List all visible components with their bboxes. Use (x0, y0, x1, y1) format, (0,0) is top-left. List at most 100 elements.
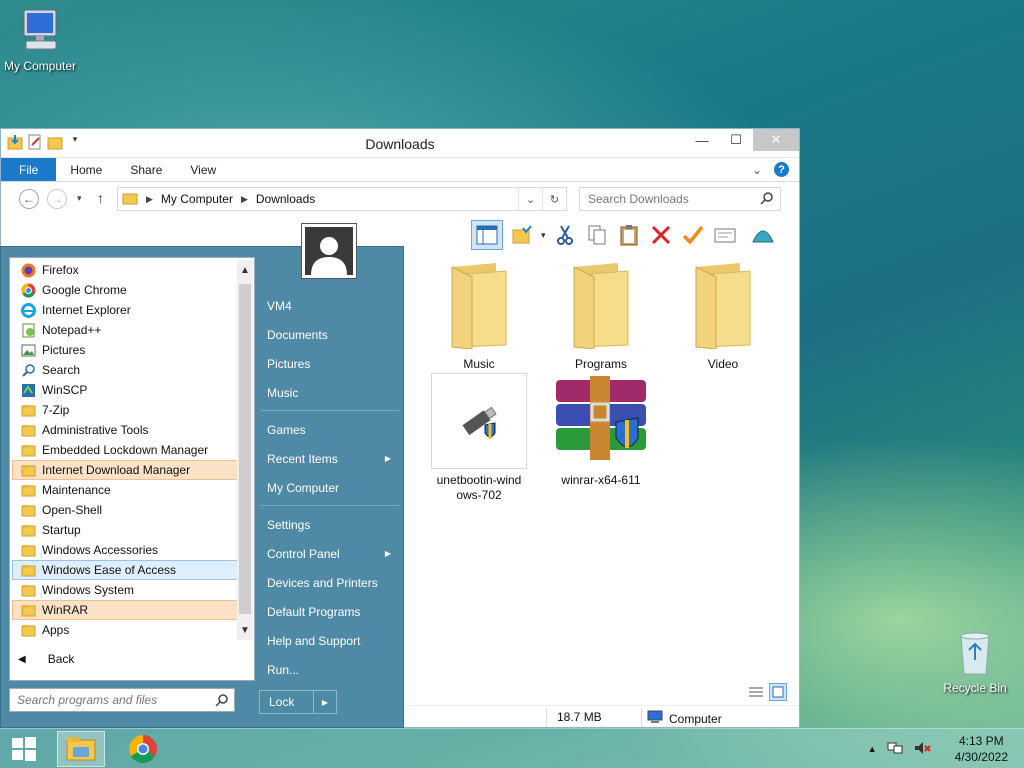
program-item-apps[interactable]: Apps (12, 620, 238, 640)
program-item-firefox[interactable]: Firefox (12, 260, 238, 280)
start-right-item-my-computer[interactable]: My Computer (259, 473, 399, 502)
file-item-winrar[interactable]: winrar-x64-611 (553, 373, 649, 488)
view-switcher (747, 683, 787, 701)
back-button[interactable]: ← (19, 189, 39, 209)
select-checkmark-icon[interactable] (680, 222, 706, 248)
taskbar-google-chrome[interactable] (119, 731, 167, 767)
minimize-button[interactable]: — (685, 129, 719, 151)
file-item-unetbootin[interactable]: unetbootin-wind ows-702 (431, 373, 527, 503)
start-right-item-devices-and-printers[interactable]: Devices and Printers (259, 568, 399, 597)
back-arrow-icon: ◀ (18, 653, 26, 665)
start-right-item-recent-items[interactable]: Recent Items ▶ (259, 444, 399, 473)
program-item-windows-accessories[interactable]: Windows Accessories (12, 540, 238, 560)
item-label: unetbootin-wind ows-702 (436, 473, 522, 502)
program-item-startup[interactable]: Startup (12, 520, 238, 540)
tab-share[interactable]: Share (116, 158, 176, 181)
properties-icon[interactable] (712, 222, 738, 248)
tab-view[interactable]: View (176, 158, 230, 181)
breadcrumb-downloads[interactable]: Downloads (256, 192, 315, 206)
start-right-item-music[interactable]: Music (259, 378, 399, 407)
breadcrumb-my-computer[interactable]: My Computer (161, 192, 233, 206)
refresh-icon[interactable]: ↻ (542, 188, 566, 210)
program-item-google-chrome[interactable]: Google Chrome (12, 280, 238, 300)
scroll-thumb[interactable] (239, 284, 251, 614)
folder-options-icon[interactable] (509, 222, 535, 248)
title-bar[interactable]: ▾ Downloads — ☐ ✕ (1, 129, 799, 158)
chrome-icon (21, 283, 36, 298)
chrome-icon (129, 735, 157, 763)
start-button[interactable] (0, 731, 48, 767)
scroll-up-icon[interactable]: ▲ (237, 262, 253, 278)
start-right-item-help-and-support[interactable]: Help and Support (259, 626, 399, 655)
folder-item-programs[interactable]: Programs (553, 257, 649, 372)
clock[interactable]: 4:13 PM 4/30/2022 (955, 733, 1008, 765)
program-item-internet-download-manager[interactable]: Internet Download Manager (12, 460, 238, 480)
shell-logo-icon[interactable] (750, 222, 776, 248)
navigation-pane-icon[interactable] (471, 220, 503, 250)
up-button[interactable]: ↑ (97, 190, 104, 206)
folder-item-video[interactable]: Video (675, 257, 771, 372)
lock-button[interactable]: Lock ▶ (259, 690, 337, 714)
back-button[interactable]: ◀ Back (18, 652, 74, 666)
program-item-maintenance[interactable]: Maintenance (12, 480, 238, 500)
details-view-icon[interactable] (747, 683, 765, 701)
recent-locations-icon[interactable]: ▾ (77, 193, 82, 204)
program-item-internet-explorer[interactable]: Internet Explorer (12, 300, 238, 320)
item-label: Programs (574, 357, 627, 371)
desktop-icon-my-computer[interactable]: My Computer (0, 8, 80, 73)
start-right-item-pictures[interactable]: Pictures (259, 349, 399, 378)
desktop-icon-label: Recycle Bin (943, 681, 1007, 695)
tab-file[interactable]: File (1, 158, 57, 181)
program-item-administrative-tools[interactable]: Administrative Tools (12, 420, 238, 440)
start-right-item-games[interactable]: Games (259, 415, 399, 444)
show-hidden-icons-icon[interactable]: ▲ (868, 744, 877, 754)
search-downloads-input[interactable]: Search Downloads (579, 187, 781, 211)
program-item-pictures[interactable]: Pictures (12, 340, 238, 360)
network-icon[interactable] (887, 740, 903, 759)
lock-label[interactable]: Lock (260, 691, 314, 713)
start-right-item-settings[interactable]: Settings (259, 510, 399, 539)
help-icon[interactable]: ? (774, 162, 789, 177)
folder-icon (21, 423, 36, 438)
clock-time: 4:13 PM (958, 734, 1004, 748)
user-avatar[interactable] (301, 223, 357, 279)
start-right-item-documents[interactable]: Documents (259, 320, 399, 349)
program-item-winscp[interactable]: WinSCP (12, 380, 238, 400)
program-item-embedded-lockdown-manager[interactable]: Embedded Lockdown Manager (12, 440, 238, 460)
close-button[interactable]: ✕ (753, 129, 799, 151)
lock-options-arrow-icon[interactable]: ▶ (314, 691, 336, 713)
cut-icon[interactable] (552, 222, 578, 248)
program-item-search[interactable]: Search (12, 360, 238, 380)
tab-home[interactable]: Home (56, 158, 116, 181)
large-icons-view-icon[interactable] (769, 683, 787, 701)
programs-scrollbar[interactable]: ▲ ▼ (237, 260, 253, 640)
maximize-button[interactable]: ☐ (719, 129, 753, 151)
folder-icon (21, 583, 36, 598)
start-right-item-label: Pictures (267, 356, 311, 371)
program-item-windows-ease-of-access[interactable]: Windows Ease of Access (12, 560, 238, 580)
folder-item-music[interactable]: Music (431, 257, 527, 372)
scroll-down-icon[interactable]: ▼ (237, 622, 253, 638)
expand-ribbon-icon[interactable]: ⌄ (752, 163, 762, 177)
volume-muted-icon[interactable] (913, 740, 931, 759)
program-item-open-shell[interactable]: Open-Shell (12, 500, 238, 520)
start-right-item-run[interactable]: Run... (259, 655, 399, 684)
start-right-item-vm4[interactable]: VM4 (259, 291, 399, 320)
start-search-input[interactable]: Search programs and files (9, 688, 235, 712)
paste-icon[interactable] (616, 222, 642, 248)
copy-icon[interactable] (584, 222, 610, 248)
program-item-windows-system[interactable]: Windows System (12, 580, 238, 600)
address-bar[interactable]: ▶ My Computer ▶ Downloads ⌄ ↻ (117, 187, 567, 211)
taskbar-file-explorer[interactable] (57, 731, 105, 767)
start-right-item-default-programs[interactable]: Default Programs (259, 597, 399, 626)
program-label: WinRAR (42, 603, 89, 617)
program-item-winrar[interactable]: WinRAR (12, 600, 238, 620)
address-dropdown-icon[interactable]: ⌄ (518, 188, 542, 210)
desktop-icon-recycle-bin[interactable]: Recycle Bin (935, 630, 1015, 695)
delete-icon[interactable] (648, 222, 674, 248)
chevron-down-icon[interactable]: ▾ (541, 230, 546, 241)
start-right-item-control-panel[interactable]: Control Panel ▶ (259, 539, 399, 568)
forward-button[interactable]: → (47, 189, 67, 209)
program-item-7-zip[interactable]: 7-Zip (12, 400, 238, 420)
program-item-notepad[interactable]: Notepad++ (12, 320, 238, 340)
